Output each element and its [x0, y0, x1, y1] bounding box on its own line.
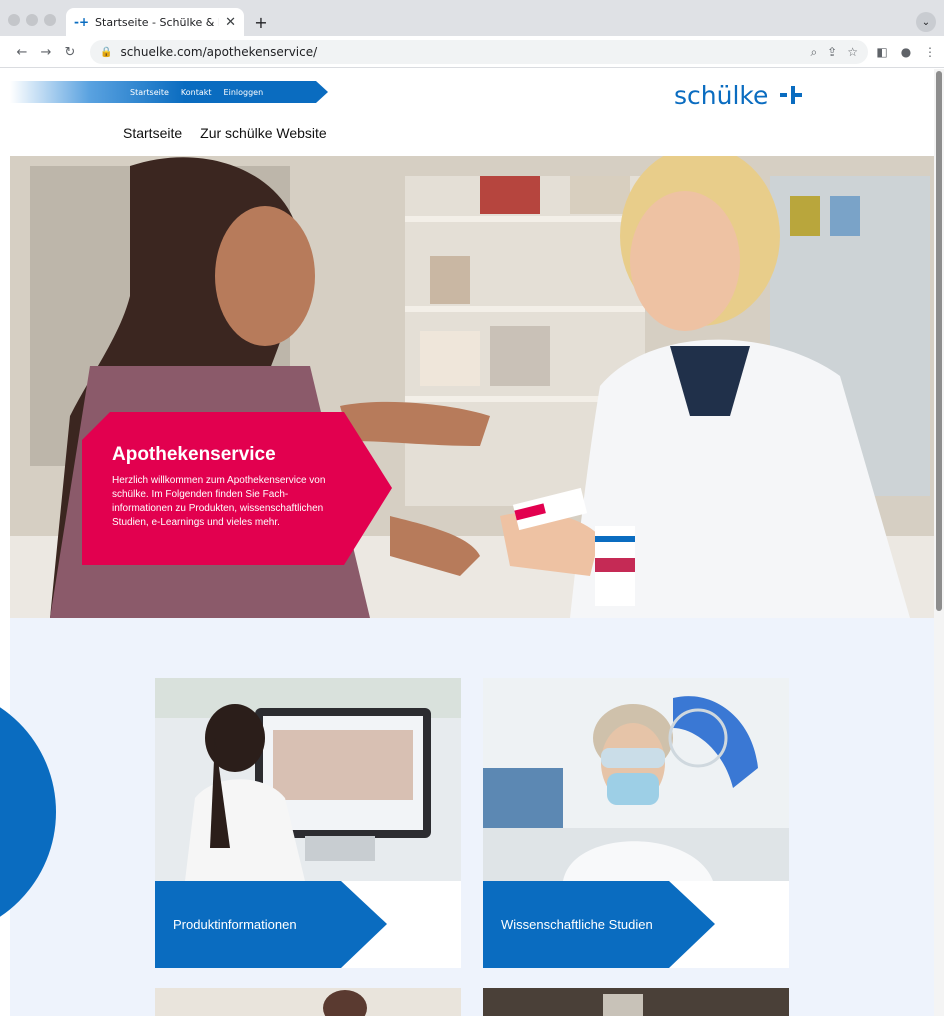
scrollbar-thumb[interactable] — [936, 71, 942, 611]
tile-produktinformationen[interactable]: Produktinformationen — [155, 678, 461, 968]
hero-heading: Apothekenservice — [112, 444, 276, 465]
url-text: schuelke.com/apothekenservice/ — [120, 45, 318, 59]
browser-menu-icon[interactable]: ⋮ — [920, 42, 940, 62]
forward-icon[interactable]: → — [36, 42, 56, 62]
browser-tab-bar: -+ Startseite - Schülke & Mayr G ✕ + ⌄ — [0, 0, 944, 36]
tile-image-scientist — [483, 678, 789, 881]
address-bar[interactable]: 🔒 schuelke.com/apothekenservice/ ⌕ ⇪ ☆ — [90, 40, 868, 64]
close-window-button[interactable] — [8, 14, 20, 26]
logo-cross-icon — [780, 84, 803, 106]
side-panel-icon[interactable]: ◧ — [872, 42, 892, 62]
tab-search-button[interactable]: ⌄ — [916, 12, 936, 32]
meta-link-startseite[interactable]: Startseite — [130, 88, 169, 97]
tile-label-wissenschaftliche-studien: Wissenschaftliche Studien — [483, 881, 715, 968]
lock-icon: 🔒 — [100, 46, 113, 58]
web-page: Startseite Kontakt Einloggen schülke Sta… — [0, 69, 944, 1016]
meta-navigation: Startseite Kontakt Einloggen — [10, 81, 328, 103]
reload-icon[interactable]: ↻ — [60, 42, 80, 62]
browser-toolbar: ← → ↻ 🔒 schuelke.com/apothekenservice/ ⌕… — [0, 36, 944, 68]
tile-fourth[interactable] — [483, 988, 789, 1016]
nav-item-startseite[interactable]: Startseite — [123, 125, 182, 141]
tile-image-third — [155, 988, 461, 1016]
hero-banner: Apothekenservice Herzlich willkommen zum… — [10, 156, 934, 618]
browser-tab[interactable]: -+ Startseite - Schülke & Mayr G ✕ — [66, 8, 244, 36]
service-tiles-section: Produktinformationen Wissenschaftliche S… — [0, 618, 934, 1016]
tile-label-produktinformationen: Produktinformationen — [155, 881, 387, 968]
back-icon[interactable]: ← — [12, 42, 32, 62]
close-tab-icon[interactable]: ✕ — [225, 15, 236, 30]
profile-icon[interactable]: ● — [896, 42, 916, 62]
meta-link-einloggen[interactable]: Einloggen — [224, 88, 264, 97]
main-navigation: Startseite Zur schülke Website — [123, 125, 327, 141]
logo-text: schülke — [674, 80, 769, 110]
bookmark-star-icon[interactable]: ☆ — [847, 45, 858, 59]
tile-image-fourth — [483, 988, 789, 1016]
meta-link-kontakt[interactable]: Kontakt — [181, 88, 212, 97]
hero-text: Herzlich willkommen zum Apothekenservice… — [112, 475, 326, 528]
minimize-window-button[interactable] — [26, 14, 38, 26]
page-scrollbar[interactable] — [934, 69, 944, 1016]
schuelke-logo[interactable]: schülke — [674, 77, 803, 113]
nav-item-schuelke-website[interactable]: Zur schülke Website — [200, 125, 327, 141]
decorative-circle — [0, 686, 56, 938]
zoom-icon[interactable]: ⌕ — [810, 45, 817, 60]
tile-wissenschaftliche-studien[interactable]: Wissenschaftliche Studien — [483, 678, 789, 968]
share-icon[interactable]: ⇪ — [827, 45, 837, 59]
site-favicon-icon: -+ — [74, 15, 90, 29]
tab-title: Startseite - Schülke & Mayr G — [95, 15, 219, 29]
tile-third[interactable] — [155, 988, 461, 1016]
maximize-window-button[interactable] — [44, 14, 56, 26]
new-tab-button[interactable]: + — [250, 11, 272, 33]
tile-image-monitor — [155, 678, 461, 881]
hero-teaser: Apothekenservice Herzlich willkommen zum… — [82, 412, 392, 565]
